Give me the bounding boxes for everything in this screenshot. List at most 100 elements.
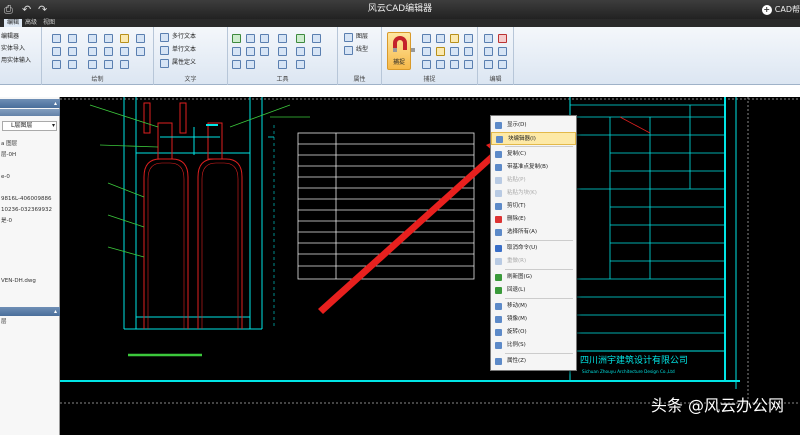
menu-separator	[505, 240, 573, 241]
point-tool-icon[interactable]	[52, 60, 61, 69]
edit-properties-icon[interactable]	[498, 60, 507, 69]
snap-center-icon[interactable]	[450, 34, 459, 43]
attdef-button[interactable]: 属性定义	[172, 59, 196, 67]
image-tool-icon[interactable]	[120, 60, 129, 69]
snap-grid-icon[interactable]	[464, 60, 473, 69]
drawing-canvas[interactable]: 四川洲宇建筑设计有限公司 Sichuan Zhouyu Architecture…	[60, 97, 800, 435]
ribbon-item-entity-import[interactable]: 实体导入	[1, 45, 25, 53]
stretch-tool-icon[interactable]	[278, 60, 287, 69]
context-menu-item[interactable]: 属性(Z)	[491, 355, 576, 368]
edit-paste-icon[interactable]	[484, 47, 493, 56]
hatch-tool-icon[interactable]	[136, 34, 145, 43]
context-menu-label: 旋转(O)	[507, 329, 527, 335]
context-menu-item[interactable]: 刷新图(G)	[491, 271, 576, 284]
edit-copy-icon[interactable]	[484, 34, 493, 43]
mirror-tool-icon[interactable]	[246, 47, 255, 56]
chamfer-tool-icon[interactable]	[232, 60, 241, 69]
layers-panel-header[interactable]: ▴	[0, 99, 60, 108]
polygon-tool-icon[interactable]	[104, 47, 113, 56]
context-menu-item[interactable]: 镜像(M)	[491, 313, 576, 326]
copy-tool-icon[interactable]	[232, 47, 241, 56]
collapse-icon[interactable]: ▴	[54, 307, 57, 316]
offset-tool-icon[interactable]	[260, 47, 269, 56]
back-icon	[495, 287, 502, 294]
edit-cut-icon[interactable]	[498, 47, 507, 56]
files-panel-header[interactable]: ▴	[0, 307, 60, 316]
context-menu-item[interactable]: 复制(C)	[491, 148, 576, 161]
file-tree-item[interactable]: 层	[1, 319, 7, 326]
layer-dropdown[interactable]: L层图层 ▾	[2, 121, 57, 131]
context-menu-item[interactable]: 显示(D)	[491, 119, 576, 132]
polyline-tool-icon[interactable]	[68, 34, 77, 43]
measure-tool-icon[interactable]	[278, 34, 287, 43]
extend-tool-icon[interactable]	[312, 34, 321, 43]
region-tool-icon[interactable]	[136, 47, 145, 56]
snap-tangent-icon[interactable]	[464, 47, 473, 56]
circle-tool-icon[interactable]	[52, 47, 61, 56]
company-name-cn: 四川洲宇建筑设计有限公司	[580, 354, 688, 366]
context-menu-item[interactable]: 块编辑器(I)	[491, 132, 576, 145]
spline-tool-icon[interactable]	[104, 34, 113, 43]
snap-insert-icon[interactable]	[436, 60, 445, 69]
text-button[interactable]: 单行文本	[172, 46, 196, 54]
edit-select-icon[interactable]	[484, 60, 493, 69]
context-menu-item[interactable]: 重做(R)	[491, 255, 576, 268]
snap-intersection-icon[interactable]	[422, 47, 431, 56]
scale-tool-icon[interactable]	[278, 47, 287, 56]
snap-button[interactable]: 捕捉	[387, 32, 415, 70]
break-tool-icon[interactable]	[296, 60, 305, 69]
context-menu-item[interactable]: 选择所有(A)	[491, 226, 576, 239]
snap-quadrant-icon[interactable]	[464, 34, 473, 43]
snap-polar-icon[interactable]	[450, 60, 459, 69]
rectangle-tool-icon[interactable]	[88, 34, 97, 43]
edit-delete-icon[interactable]	[498, 34, 507, 43]
context-menu-label: 删除(E)	[507, 216, 526, 222]
context-menu-item[interactable]: 带基准点复制(B)	[491, 161, 576, 174]
layer-button[interactable]: 图层	[356, 33, 368, 41]
context-menu-item[interactable]: 删除(E)	[491, 213, 576, 226]
context-menu-item[interactable]: 剪切(T)	[491, 200, 576, 213]
property-row: 10236-032369932	[1, 207, 52, 213]
ribbon-item-entity-input[interactable]: 用实体输入	[1, 57, 31, 65]
brush-tool-icon[interactable]	[120, 47, 129, 56]
context-menu-item[interactable]: 移动(M)	[491, 300, 576, 313]
magnet-icon	[393, 36, 415, 52]
snap-button-label: 捕捉	[392, 59, 405, 66]
rotate-tool-icon[interactable]	[246, 34, 255, 43]
ribbon: 编辑器 实体导入 用实体输入 绘制 多行文本 单行文本 属性定义 文字 工具 图…	[0, 27, 800, 85]
move-tool-icon[interactable]	[232, 34, 241, 43]
context-menu-item[interactable]: 回退(L)	[491, 284, 576, 297]
pen-tool-icon[interactable]	[120, 34, 129, 43]
ellipse-tool-icon[interactable]	[88, 47, 97, 56]
snap-node-icon[interactable]	[422, 60, 431, 69]
ribbon-item-editor[interactable]: 编辑器	[1, 33, 19, 41]
explode-tool-icon[interactable]	[296, 47, 305, 56]
context-menu-item[interactable]: 取消命令(U)	[491, 242, 576, 255]
table-tool-icon[interactable]	[68, 60, 77, 69]
dot-tool-icon[interactable]	[88, 60, 97, 69]
snap-endpoint-icon[interactable]	[422, 34, 431, 43]
context-menu-item[interactable]: 旋转(O)	[491, 326, 576, 339]
context-menu-item[interactable]: 粘贴(P)	[491, 174, 576, 187]
context-menu-item[interactable]: 比例(S)	[491, 339, 576, 352]
tab-view[interactable]: 视图	[40, 19, 58, 27]
snap-nearest-icon[interactable]	[450, 47, 459, 56]
trim-tool-icon[interactable]	[296, 34, 305, 43]
linetype-icon	[344, 46, 353, 55]
snap-perpendicular-icon[interactable]	[436, 34, 445, 43]
array-tool-icon[interactable]	[312, 47, 321, 56]
context-menu-label: 块编辑器(I)	[508, 136, 536, 142]
context-menu-item[interactable]: 粘贴为块(K)	[491, 187, 576, 200]
help-button[interactable]: + CAD帮	[761, 2, 800, 17]
mtext-button[interactable]: 多行文本	[172, 33, 196, 41]
collapse-icon[interactable]: ▴	[54, 99, 57, 108]
line-tool-icon[interactable]	[52, 34, 61, 43]
block-tool-icon[interactable]	[104, 60, 113, 69]
tab-edit[interactable]: 编辑	[4, 19, 23, 27]
snap-midpoint-icon[interactable]	[436, 47, 445, 56]
linetype-button[interactable]: 线型	[356, 46, 368, 54]
dim-tool-icon[interactable]	[260, 34, 269, 43]
fillet-tool-icon[interactable]	[246, 60, 255, 69]
tab-advanced[interactable]: 高级	[22, 19, 40, 27]
arc-tool-icon[interactable]	[68, 47, 77, 56]
